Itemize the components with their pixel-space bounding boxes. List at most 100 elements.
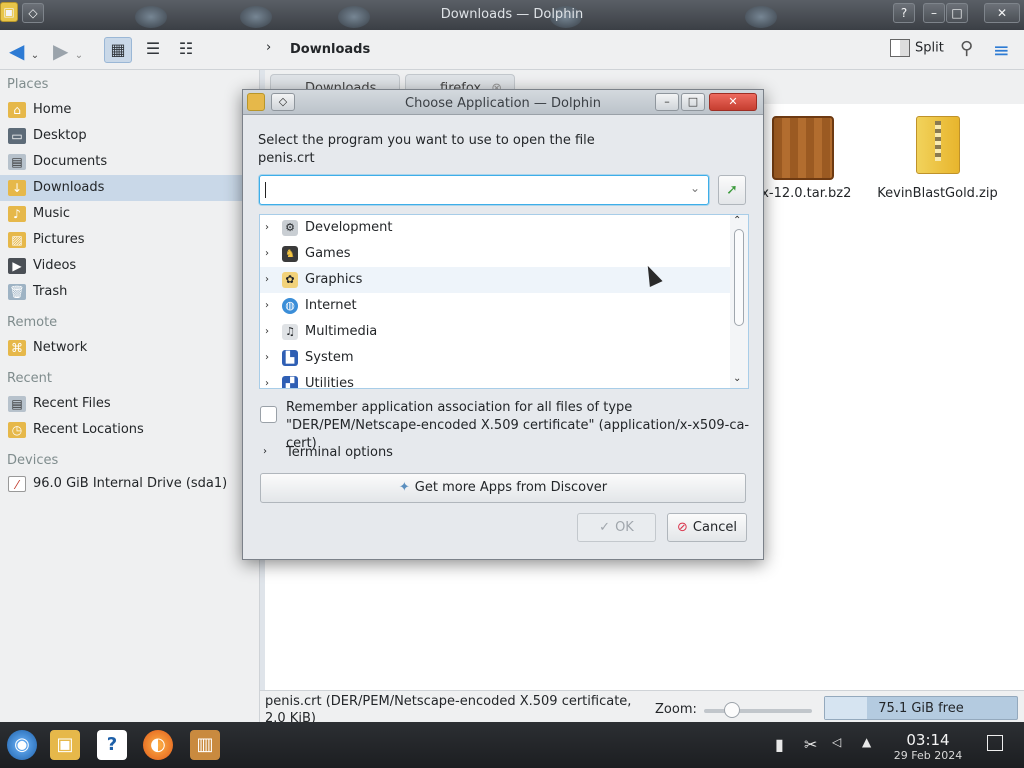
expand-arrow-icon[interactable]: › [265,345,269,371]
expand-arrow-icon[interactable]: › [265,319,269,345]
recent-header: Recent [7,371,52,386]
file-item[interactable]: KevinBlastGold.zip [875,116,1000,201]
sidebar-item-label: Recent Locations [33,422,144,437]
package-task-icon[interactable]: ▥ [190,730,220,760]
sidebar-item-trash[interactable]: 🗑 Trash [0,279,259,305]
tray-expand-icon[interactable]: ▲ [862,735,871,749]
chevron-down-icon[interactable]: ⌄ [690,181,700,195]
dialog-minimize-button[interactable]: – [655,93,679,111]
dialog-maximize-button[interactable]: □ [681,93,705,111]
sidebar-item-documents[interactable]: ▤ Documents [0,149,259,175]
application-combo-input[interactable]: ⌄ [259,175,709,205]
expand-arrow-icon[interactable]: › [265,267,269,293]
application-category-tree[interactable]: › ⚙ Development › ♞ Games › ✿ Graphics ›… [259,214,749,389]
scroll-down-arrow-icon[interactable]: ⌄ [733,373,741,384]
archive-box-icon [771,116,834,180]
tree-item-development[interactable]: › ⚙ Development [260,215,730,241]
close-button[interactable]: ✕ [984,3,1020,23]
back-arrow-icon[interactable]: ◀ ⌄ [9,39,39,63]
home-icon: ⌂ [8,102,26,118]
split-icon [890,39,910,57]
compact-view-button[interactable]: ☰ [139,37,167,63]
breadcrumb[interactable]: Downloads [290,42,370,57]
get-more-apps-button[interactable]: ✦ Get more Apps from Discover [260,473,746,503]
hamburger-menu-icon[interactable]: ≡ [993,38,1010,62]
scrollbar-thumb[interactable] [734,229,744,326]
start-menu-icon[interactable]: ◉ [7,730,37,760]
sidebar-item-label: 96.0 GiB Internal Drive (sda1) [33,476,228,491]
show-desktop-icon[interactable] [987,735,1003,751]
zoom-slider-handle[interactable] [724,702,740,718]
expand-arrow-icon[interactable]: › [265,215,269,241]
sidebar-item-downloads[interactable]: ↓ Downloads [0,175,259,201]
help-task-icon[interactable]: ? [97,730,127,760]
devices-header: Devices [7,453,59,468]
icons-view-button[interactable]: ▦ [104,37,132,63]
window-titlebar[interactable]: ▣ ◇ Downloads — Dolphin ? – □ ✕ [0,0,1024,30]
volume-tray-icon[interactable]: ◁ [832,735,841,749]
help-button[interactable]: ? [893,3,915,23]
sidebar-item-home[interactable]: ⌂ Home [0,97,259,123]
tree-item-internet[interactable]: › ◍ Internet [260,293,730,319]
clock-date[interactable]: 29 Feb 2024 [880,749,976,762]
tree-item-system[interactable]: › ▙ System [260,345,730,371]
firefox-task-icon[interactable]: ◐ [143,730,173,760]
expand-arrow-icon[interactable]: › [265,293,269,319]
tree-item-label: Games [305,246,351,261]
sidebar-item-recent-locations[interactable]: ◷ Recent Locations [0,417,259,443]
split-button[interactable]: Split [890,39,944,57]
file-manager-task-icon[interactable]: ▣ [50,730,80,760]
sidebar-item-desktop[interactable]: ▭ Desktop [0,123,259,149]
clock-time[interactable]: 03:14 [880,731,976,749]
file-name: ox-12.0.tar.bz2 [753,186,852,201]
scroll-up-arrow-icon[interactable]: ⌃ [733,215,741,226]
search-icon[interactable]: ⚲ [960,38,973,59]
dialog-close-button[interactable]: ✕ [709,93,757,111]
places-sidebar: Places ⌂ Home ▭ Desktop ▤ Documents ↓ Do… [0,70,260,722]
sidebar-item-label: Trash [33,284,68,299]
sidebar-item-recent-files[interactable]: ▤ Recent Files [0,391,259,417]
graphics-icon: ✿ [282,272,298,288]
sidebar-item-label: Downloads [33,180,105,195]
free-space-indicator[interactable]: 75.1 GiB free [824,696,1018,720]
choose-application-dialog: ◇ Choose Application — Dolphin – □ ✕ Sel… [242,89,764,560]
terminal-options-expander-icon[interactable]: › [263,446,267,457]
sidebar-item-videos[interactable]: ▶ Videos [0,253,259,279]
sidebar-item-internal-drive[interactable]: ⁄ 96.0 GiB Internal Drive (sda1) [0,471,259,497]
tree-item-multimedia[interactable]: › ♫ Multimedia [260,319,730,345]
trash-icon: 🗑 [8,284,26,300]
maximize-button[interactable]: □ [946,3,968,23]
cancel-button[interactable]: ⊘ Cancel [667,513,747,542]
utilities-icon: ▞ [282,376,298,388]
sidebar-item-pictures[interactable]: ▨ Pictures [0,227,259,253]
zoom-slider-track[interactable] [704,709,812,713]
sidebar-item-label: Videos [33,258,77,273]
clipboard-tray-icon[interactable]: ▮ [775,735,784,754]
sidebar-item-label: Desktop [33,128,87,143]
remember-association-checkbox[interactable] [260,406,277,423]
browse-button[interactable]: ➚ [718,175,746,205]
sidebar-item-network[interactable]: ⌘ Network [0,335,259,361]
cancel-icon: ⊘ [677,520,688,535]
network-icon: ⌘ [8,340,26,356]
zip-icon [915,116,960,174]
file-name: KevinBlastGold.zip [877,186,998,201]
main-toolbar: ◀ ⌄ ▶ ⌄ ▦ ☰ ☷ › Downloads Split ⚲ ≡ [0,30,1024,70]
forward-arrow-icon[interactable]: ▶ ⌄ [53,39,83,63]
dialog-titlebar[interactable]: ◇ Choose Application — Dolphin – □ ✕ [243,90,763,115]
sidebar-item-label: Music [33,206,70,221]
details-view-button[interactable]: ☷ [172,37,200,63]
tree-item-games[interactable]: › ♞ Games [260,241,730,267]
minimize-button[interactable]: – [923,3,945,23]
expand-arrow-icon[interactable]: › [265,241,269,267]
dialog-prompt: Select the program you want to use to op… [258,132,595,168]
sidebar-item-music[interactable]: ♪ Music [0,201,259,227]
open-folder-icon: ➚ [726,182,738,198]
prompt-line: Select the program you want to use to op… [258,133,595,148]
tree-scrollbar[interactable]: ⌃ ⌄ [730,215,748,388]
terminal-options-label[interactable]: Terminal options [286,445,393,460]
scissors-tray-icon[interactable]: ✂ [804,735,817,754]
tree-item-utilities[interactable]: › ▞ Utilities [260,371,730,388]
ok-button[interactable]: ✓ OK [577,513,656,542]
expand-arrow-icon[interactable]: › [265,371,269,388]
